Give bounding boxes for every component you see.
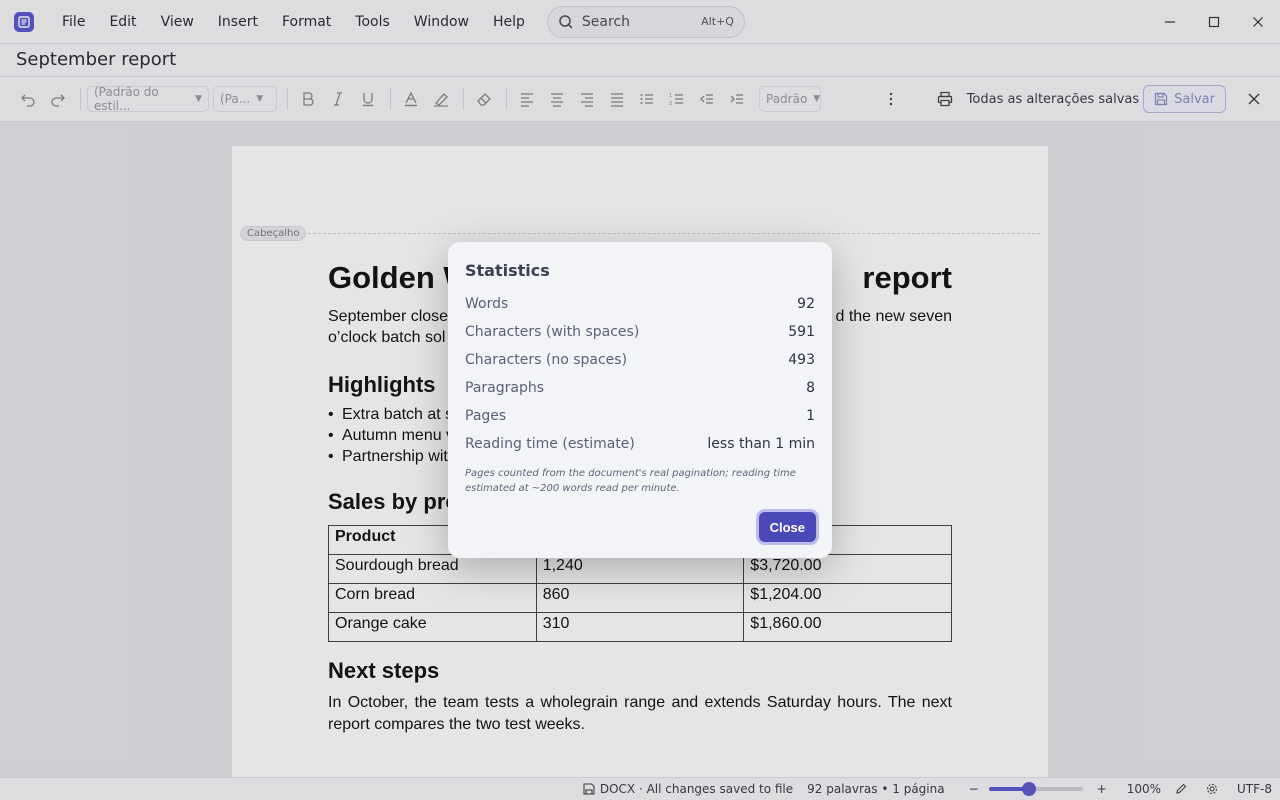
stat-label: Characters (with spaces)	[465, 324, 640, 340]
stat-value: less than 1 min	[707, 436, 815, 452]
stat-label: Words	[465, 296, 509, 312]
stat-row-words: Words 92	[465, 290, 815, 318]
stat-value: 92	[797, 296, 815, 312]
dialog-note: Pages counted from the document's real p…	[465, 468, 796, 494]
stat-label: Pages	[465, 408, 507, 424]
statistics-dialog: Statistics Words 92 Characters (with spa…	[448, 242, 832, 558]
stat-value: 1	[806, 408, 815, 424]
stat-value: 8	[806, 380, 815, 396]
stat-label: Paragraphs	[465, 380, 545, 396]
stat-row-characters-no-spaces: Characters (no spaces) 493	[465, 346, 815, 374]
stat-row-reading-time: Reading time (estimate) less than 1 min	[465, 430, 815, 458]
stat-row-pages: Pages 1	[465, 402, 815, 430]
stat-row-paragraphs: Paragraphs 8	[465, 374, 815, 402]
close-button[interactable]: Close	[758, 512, 816, 542]
stat-label: Reading time (estimate)	[465, 436, 635, 452]
stat-label: Characters (no spaces)	[465, 352, 628, 368]
stat-value: 493	[788, 352, 815, 368]
stat-row-characters-with-spaces: Characters (with spaces) 591	[465, 318, 815, 346]
stat-value: 591	[788, 324, 815, 340]
dialog-title: Statistics	[465, 261, 550, 280]
